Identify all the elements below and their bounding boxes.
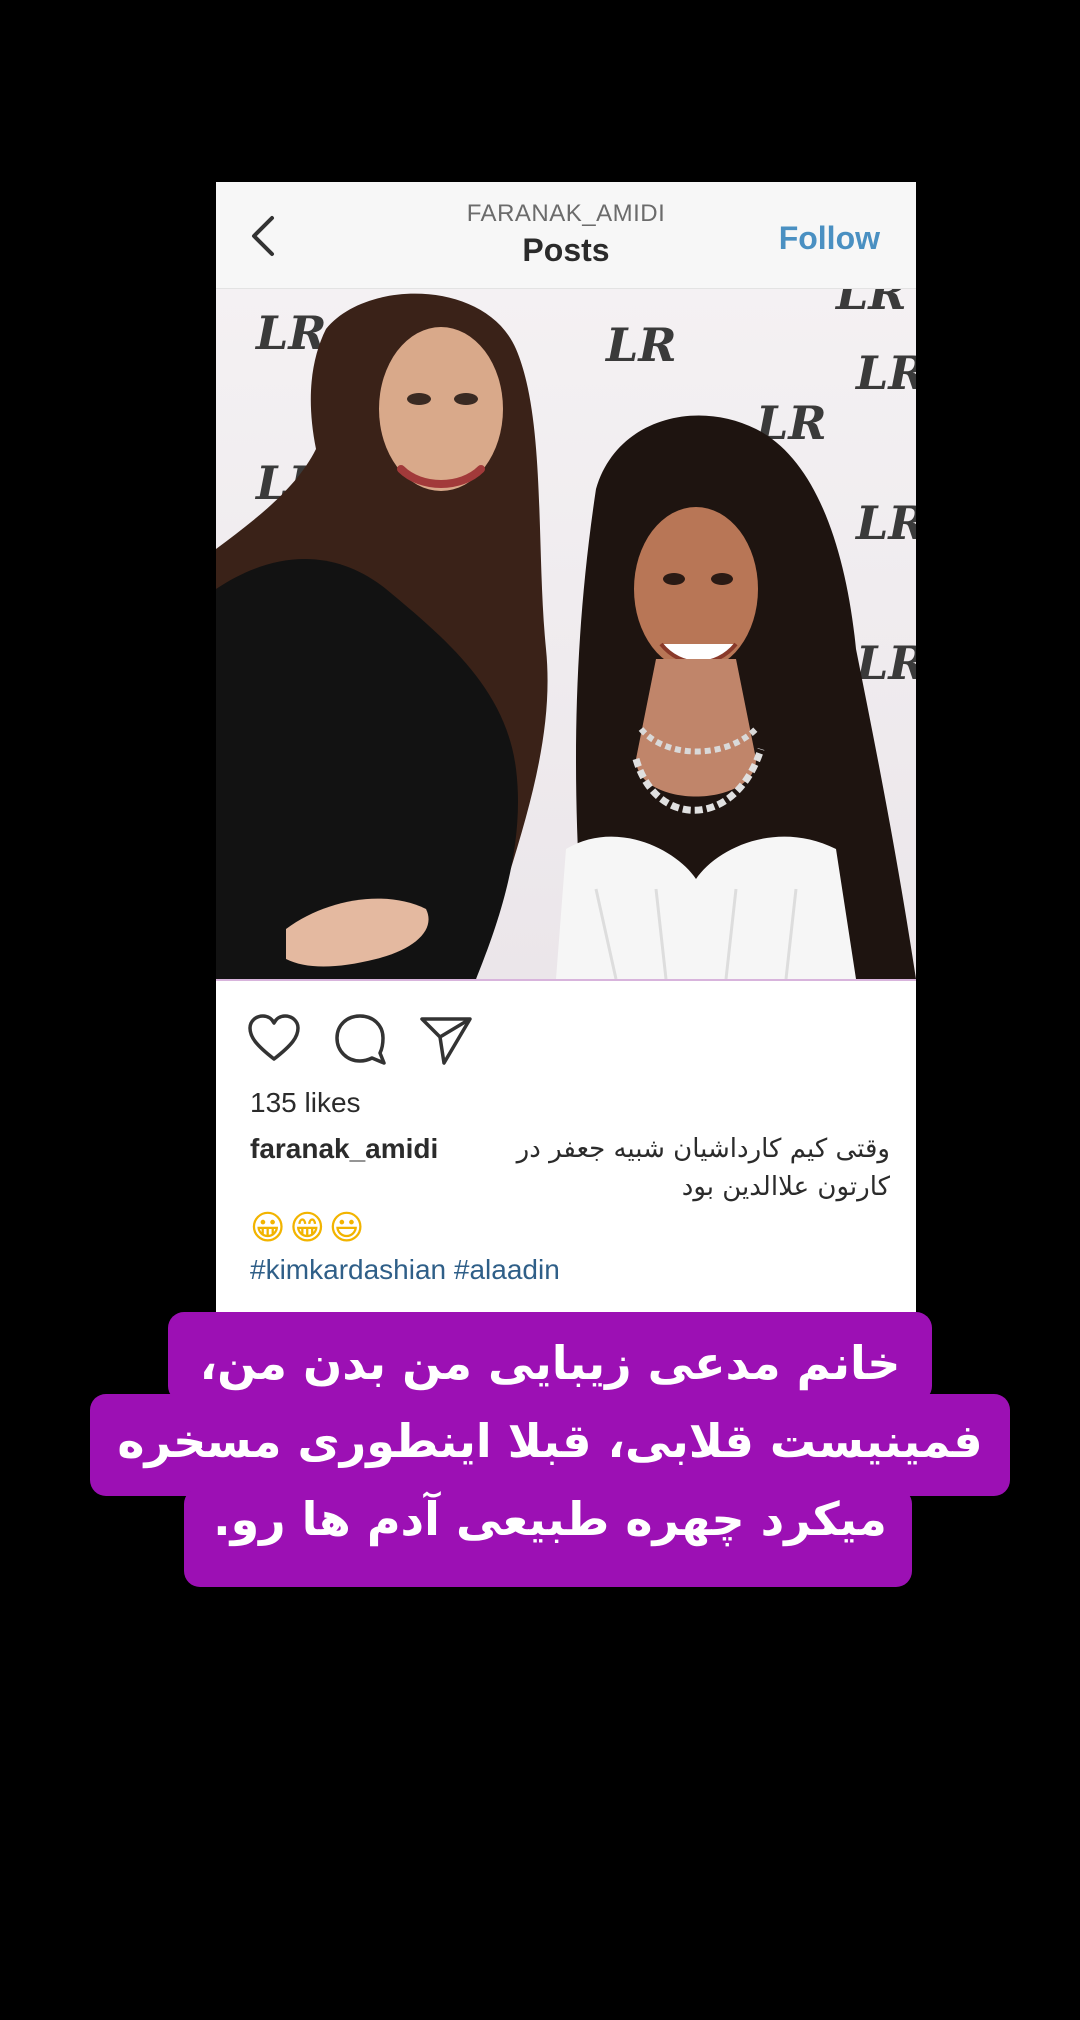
post-caption: faranak_amidi وقتی کیم کارداشیان شبیه جع… bbox=[250, 1130, 890, 1206]
comment-button[interactable] bbox=[332, 1011, 388, 1067]
banner-line: خانم مدعی زیبایی من بدن من، bbox=[199, 1336, 901, 1390]
paper-plane-icon bbox=[420, 1017, 472, 1065]
backdrop-logo: LR bbox=[854, 636, 916, 690]
hashtag-link[interactable]: #alaadin bbox=[454, 1254, 560, 1285]
heart-icon bbox=[248, 1014, 300, 1061]
caption-emoji: 😀😁😃 bbox=[250, 1208, 369, 1248]
backdrop-logo: LR bbox=[854, 346, 916, 400]
follow-button[interactable]: Follow bbox=[779, 220, 880, 257]
caption-username[interactable]: faranak_amidi bbox=[250, 1130, 438, 1168]
backdrop-logo: LR bbox=[254, 306, 327, 360]
backdrop-logo: LR bbox=[604, 318, 677, 372]
backdrop-logo: LR bbox=[834, 289, 907, 320]
likes-count[interactable]: 135 likes bbox=[250, 1087, 361, 1119]
overlay-caption-banner: خانم مدعی زیبایی من بدن من، فمینیست قلاب… bbox=[90, 1312, 1010, 1587]
post-actions bbox=[216, 979, 916, 1091]
hashtag-link[interactable]: #kimkardashian bbox=[250, 1254, 446, 1285]
like-button[interactable] bbox=[246, 1011, 302, 1067]
post-header: FARANAK_AMIDI Posts Follow bbox=[216, 182, 916, 289]
backdrop-logo: LR bbox=[854, 496, 916, 550]
banner-text: خانم مدعی زیبایی من بدن من، فمینیست قلاب… bbox=[90, 1324, 1010, 1558]
comment-bubble-icon bbox=[335, 1014, 386, 1065]
instagram-post-card: FARANAK_AMIDI Posts Follow LR LR LR LR L… bbox=[216, 182, 916, 1332]
photo-of-two-women: LR LR LR LR LR LR LR LR LR bbox=[216, 289, 916, 979]
caption-hashtags: #kimkardashian #alaadin bbox=[250, 1254, 560, 1286]
share-button[interactable] bbox=[418, 1011, 474, 1067]
banner-line: میکرد چهره طبیعی آدم ها رو. bbox=[213, 1492, 887, 1546]
banner-line: فمینیست قلابی، قبلا اینطوری مسخره bbox=[117, 1414, 983, 1468]
post-photo[interactable]: LR LR LR LR LR LR LR LR LR bbox=[216, 289, 916, 979]
